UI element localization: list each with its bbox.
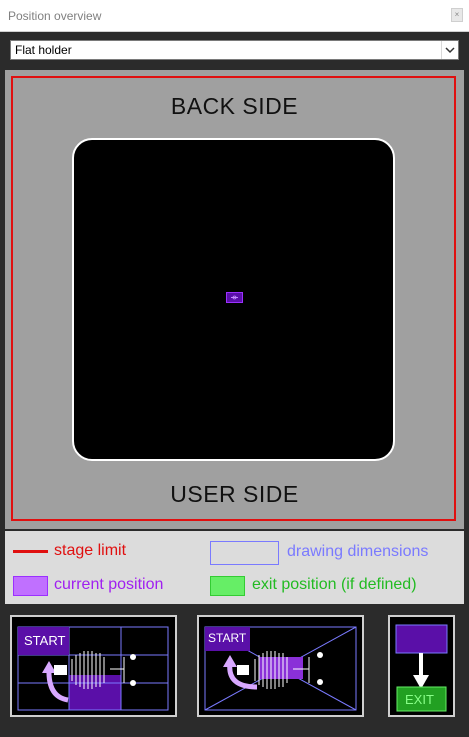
stage-limit-swatch bbox=[13, 550, 48, 553]
exit-label: EXIT bbox=[405, 692, 434, 707]
drawing-area[interactable] bbox=[72, 138, 395, 461]
current-position-marker bbox=[226, 292, 243, 303]
legend-stage-limit: stage limit bbox=[54, 542, 127, 559]
legend-exit-position: exit position (if defined) bbox=[252, 576, 417, 593]
stage-panel: BACK SIDE USER SIDE bbox=[5, 70, 464, 529]
close-icon[interactable]: × bbox=[451, 8, 463, 22]
legend: stage limit drawing dimensions current p… bbox=[5, 531, 464, 604]
legend-drawing-dimensions: drawing dimensions bbox=[287, 543, 429, 560]
start-label-2: START bbox=[208, 631, 247, 645]
legend-current-position: current position bbox=[54, 576, 164, 593]
back-side-label: BACK SIDE bbox=[170, 93, 299, 119]
window-title: Position overview bbox=[8, 9, 102, 23]
window-titlebar: Position overview × bbox=[0, 0, 469, 32]
current-position-swatch bbox=[13, 576, 48, 596]
start-label-1: START bbox=[24, 633, 66, 648]
chevron-down-icon[interactable] bbox=[441, 41, 458, 59]
start-cross-thumbnail[interactable]: START bbox=[197, 615, 364, 717]
start-grid-thumbnail[interactable]: START bbox=[10, 615, 177, 717]
drawing-dimensions-swatch bbox=[210, 541, 279, 565]
holder-dropdown-value: Flat holder bbox=[15, 43, 72, 57]
thumbnail-row: START START EXIT bbox=[0, 612, 469, 717]
user-side-label: USER SIDE bbox=[170, 481, 299, 507]
exit-position-swatch bbox=[210, 576, 245, 596]
holder-dropdown[interactable]: Flat holder bbox=[10, 40, 459, 60]
exit-thumbnail[interactable]: EXIT bbox=[388, 615, 455, 717]
